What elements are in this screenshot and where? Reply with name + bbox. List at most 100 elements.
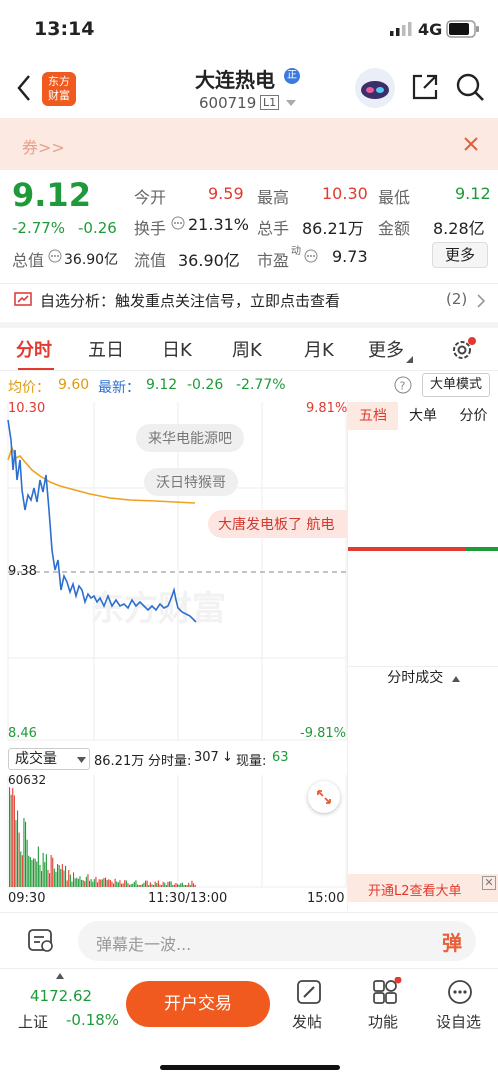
info-icon[interactable] <box>171 216 185 230</box>
intraday-chart[interactable]: 东方财富 10.30 9.38 8.46 9.81% -9.81% 来华电能源吧… <box>0 400 347 745</box>
bid-ask-divider <box>348 547 498 551</box>
volume-bar <box>138 885 140 887</box>
volume-bar <box>105 877 107 887</box>
volume-bar <box>157 880 159 887</box>
share-icon[interactable] <box>410 72 440 102</box>
comment-bar: 弹幕走一波... 弹 <box>0 912 498 968</box>
volume-bar <box>113 883 115 887</box>
function-icon[interactable] <box>372 977 402 1005</box>
volume-bar <box>97 882 99 887</box>
l2-promo[interactable]: 开通L2查看大单 ✕ <box>348 874 498 902</box>
dropdown-icon[interactable] <box>286 100 296 107</box>
trades-title-row[interactable]: 分时成交 <box>348 666 498 688</box>
stock-header: 东方 财富 大连热电 正 600719 L1 <box>0 58 498 118</box>
volume-bar <box>114 878 116 887</box>
index-chg[interactable]: -0.18% <box>66 1011 119 1029</box>
volume-value: 86.21万 <box>302 219 364 238</box>
index-value[interactable]: 4172.62 <box>30 987 92 1005</box>
status-time: 13:14 <box>34 18 95 40</box>
trades-title: 分时成交 <box>387 670 444 686</box>
volume-bar <box>141 884 143 887</box>
index-name[interactable]: 上证 <box>18 1011 48 1032</box>
more-icon[interactable] <box>447 979 473 1005</box>
tab-weekly[interactable]: 周K <box>232 336 262 362</box>
high-label: 最高 <box>257 188 290 207</box>
close-icon[interactable]: ✕ <box>482 876 496 890</box>
volume-bar <box>103 878 105 887</box>
analysis-text: 自选分析：触发重点关注信号，立即点击查看 <box>40 292 341 310</box>
volume-bar <box>172 885 174 887</box>
promo-banner[interactable]: 券>> <box>0 118 498 170</box>
volume-bar <box>74 878 76 887</box>
tab-big-orders[interactable]: 大单 <box>398 402 448 430</box>
volume-bar <box>18 832 20 887</box>
volume-bar <box>178 884 180 887</box>
volume-bar <box>127 883 129 887</box>
tab-more[interactable]: 更多 <box>368 336 404 362</box>
tab-daily[interactable]: 日K <box>162 336 192 362</box>
nav-add-watch[interactable]: 设自选 <box>436 1011 481 1032</box>
danmu-bubble: 来华电能源吧 <box>136 424 244 452</box>
volume-bar <box>39 865 41 887</box>
volume-bar <box>180 883 182 887</box>
settings-icon[interactable] <box>450 336 476 362</box>
volume-bar <box>25 821 27 887</box>
trade-button[interactable]: 开户交易 <box>126 981 270 1027</box>
volume-bar <box>10 794 12 887</box>
latest-chg: -0.26 <box>187 377 224 393</box>
bigorder-mode-button[interactable]: 大单模式 <box>422 373 490 397</box>
volume-bar <box>17 810 19 887</box>
danmu-settings-icon[interactable] <box>28 929 54 953</box>
volume-bar <box>188 882 190 887</box>
info-icon[interactable] <box>48 249 62 263</box>
volume-bar <box>164 882 166 887</box>
network-label: 4G <box>418 20 443 39</box>
help-icon[interactable]: ? <box>394 376 412 394</box>
pe-value: 9.73 <box>332 247 368 266</box>
volume-bar <box>69 874 71 887</box>
volume-bar <box>175 882 177 887</box>
volume-bar <box>121 883 123 887</box>
tab-fenshi[interactable]: 分时 <box>16 336 52 362</box>
tab-price-levels[interactable]: 分价 <box>448 402 498 430</box>
volume-bar <box>125 880 127 887</box>
volume-bar <box>76 877 78 887</box>
info-icon[interactable] <box>304 249 318 263</box>
more-button[interactable]: 更多 <box>432 242 488 268</box>
time-mid: 11:30/13:00 <box>148 891 228 906</box>
volume-bar <box>170 881 172 887</box>
analysis-row[interactable]: 自选分析：触发重点关注信号，立即点击查看 (2) <box>0 283 498 317</box>
nav-post[interactable]: 发帖 <box>292 1011 322 1032</box>
float-label: 流值 <box>134 251 167 270</box>
tab-five-levels[interactable]: 五档 <box>348 402 398 430</box>
tab-5day[interactable]: 五日 <box>88 336 124 362</box>
search-icon[interactable] <box>455 72 485 102</box>
danmu-input[interactable]: 弹幕走一波... 弹 <box>78 921 476 961</box>
stock-code: 600719 <box>199 94 257 112</box>
volume-bar <box>189 885 191 887</box>
volume-bar <box>42 852 44 887</box>
volume-bar <box>159 884 161 887</box>
nav-function[interactable]: 功能 <box>368 1011 398 1032</box>
volume-bar <box>130 884 132 887</box>
volume-bar <box>93 879 95 887</box>
danmu-button[interactable]: 弹 <box>442 927 462 956</box>
volume-bar <box>60 869 62 887</box>
max-price-label: 10.30 <box>8 401 46 416</box>
volume-bar <box>132 883 134 887</box>
close-icon[interactable] <box>463 136 479 152</box>
robot-avatar[interactable] <box>355 68 395 108</box>
volume-bar <box>145 880 147 887</box>
volume-bar <box>15 820 17 887</box>
turnover-label: 换手 <box>134 219 167 238</box>
turnover-value: 21.31% <box>188 215 250 234</box>
volume-bar <box>109 880 111 887</box>
post-icon[interactable] <box>296 979 322 1005</box>
back-icon[interactable] <box>16 74 32 102</box>
volume-bar <box>85 876 87 887</box>
volume-bar <box>31 860 33 887</box>
volume-bar <box>183 885 185 887</box>
volume-chart[interactable]: 成交量 86.21万 分时量: 307 ↓ 现量: 63 60632 09:30… <box>0 745 347 910</box>
tab-monthly[interactable]: 月K <box>304 336 334 362</box>
volume-bar <box>185 885 187 887</box>
